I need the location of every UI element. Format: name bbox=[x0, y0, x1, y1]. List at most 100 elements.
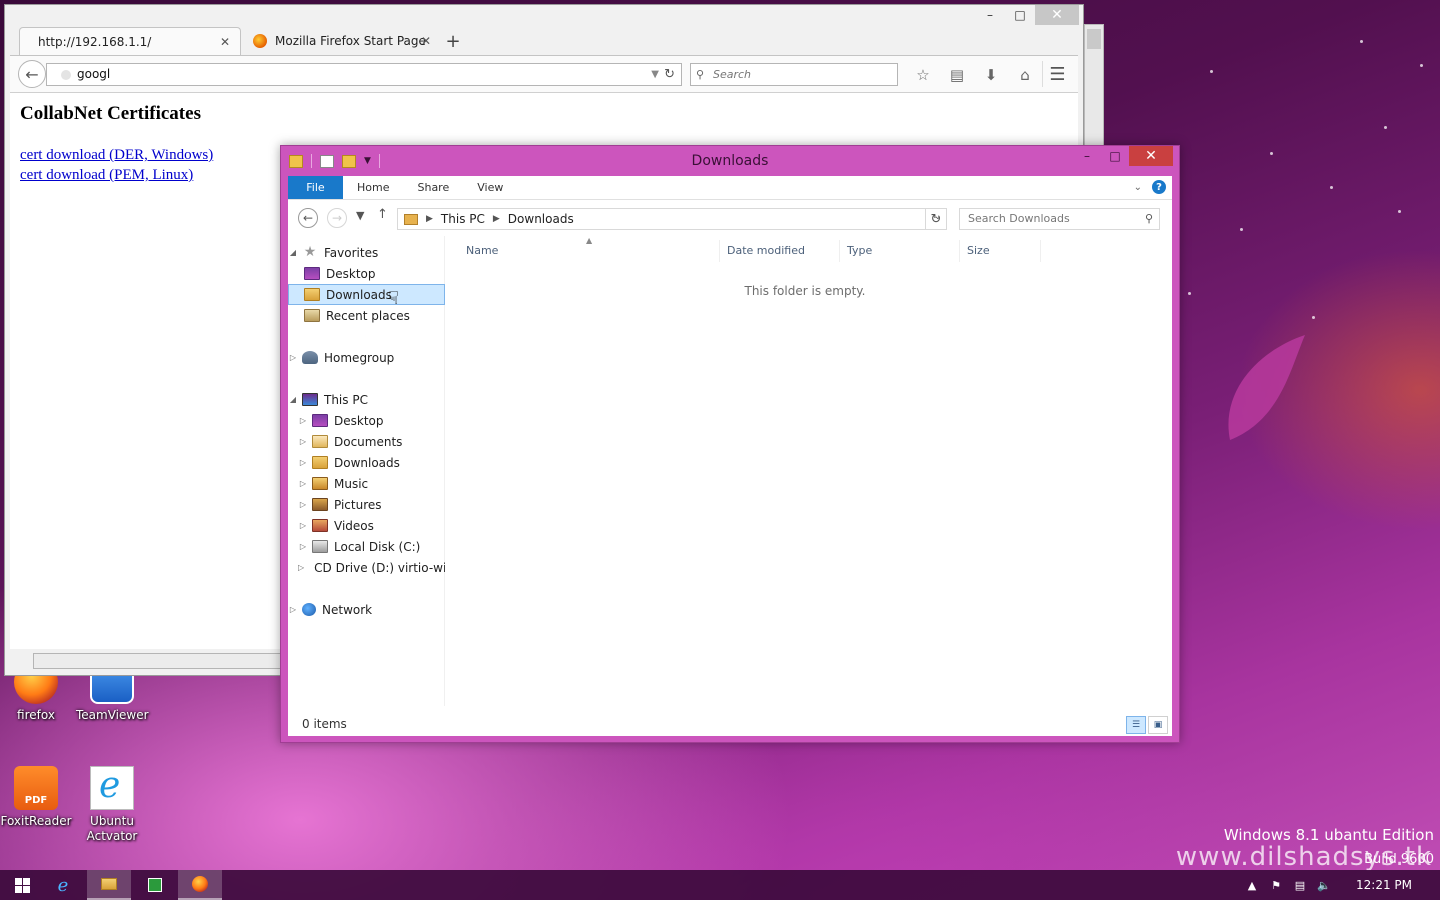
collapse-arrow-icon[interactable]: ◢ bbox=[288, 395, 298, 404]
page-title: CollabNet Certificates bbox=[20, 103, 201, 124]
nav-favorites[interactable]: ◢ ★ Favorites bbox=[288, 242, 445, 263]
back-button[interactable]: ← bbox=[18, 60, 46, 88]
expand-arrow-icon[interactable]: ▷ bbox=[298, 458, 308, 467]
tab-firefox-start[interactable]: Mozilla Firefox Start Page ✕ bbox=[241, 27, 441, 55]
back-button[interactable]: ← bbox=[298, 208, 318, 228]
desktop-icon-ubuntu-actvator[interactable]: Ubuntu Actvator bbox=[76, 765, 148, 844]
navigation-pane: ◢ ★ Favorites Desktop Downloads Recent p… bbox=[288, 236, 445, 706]
nav-fav-desktop[interactable]: Desktop bbox=[288, 263, 445, 284]
expand-arrow-icon[interactable]: ▷ bbox=[298, 563, 304, 572]
collapse-arrow-icon[interactable]: ◢ bbox=[288, 248, 298, 257]
show-hidden-icons-icon[interactable]: ▲ bbox=[1240, 879, 1264, 892]
expand-arrow-icon[interactable]: ▷ bbox=[288, 605, 298, 614]
recent-locations-dropdown-icon[interactable]: ▼ bbox=[356, 209, 364, 222]
search-icon: ⚲ bbox=[696, 68, 705, 81]
desktop-icon-label: firefox bbox=[17, 708, 55, 722]
network-icon bbox=[302, 603, 316, 616]
nav-label: Recent places bbox=[326, 308, 410, 323]
expand-arrow-icon[interactable]: ▷ bbox=[298, 542, 308, 551]
home-icon[interactable]: ⌂ bbox=[1008, 63, 1042, 86]
taskbar-store-icon[interactable] bbox=[133, 870, 177, 900]
tab-file[interactable]: File bbox=[288, 176, 343, 199]
bookmarks-menu-icon[interactable]: ▤ bbox=[940, 63, 974, 86]
nav-pc-downloads[interactable]: ▷ Downloads bbox=[288, 452, 445, 473]
tab-router[interactable]: http://192.168.1.1/ ✕ bbox=[19, 27, 241, 55]
network-status-icon[interactable]: ▤ bbox=[1288, 879, 1312, 892]
nav-pc-cd-drive[interactable]: ▷ CD Drive (D:) virtio-win bbox=[288, 557, 445, 578]
minimize-button[interactable]: – bbox=[975, 5, 1005, 25]
maximize-button[interactable]: □ bbox=[1005, 5, 1035, 25]
nav-label: Desktop bbox=[334, 413, 384, 428]
action-center-flag-icon[interactable]: ⚑ bbox=[1264, 879, 1288, 892]
details-view-icon[interactable]: ☰ bbox=[1126, 716, 1146, 734]
expand-arrow-icon[interactable]: ▷ bbox=[298, 521, 308, 530]
expand-arrow-icon[interactable]: ▷ bbox=[298, 416, 308, 425]
navigation-toolbar: ← googl ▼ ↻ ⚲ Search ☆ ▤ ⬇ ⌂ ☰ bbox=[10, 55, 1078, 93]
url-history-dropdown-icon[interactable]: ▼ bbox=[651, 64, 659, 85]
wallpaper-leaf bbox=[1228, 335, 1305, 440]
der-cert-link[interactable]: cert download (DER, Windows) bbox=[20, 147, 213, 164]
expand-arrow-icon[interactable]: ▷ bbox=[298, 500, 308, 509]
chevron-right-icon[interactable]: ▶ bbox=[426, 214, 433, 224]
homegroup-icon bbox=[302, 351, 318, 364]
expand-arrow-icon[interactable]: ▷ bbox=[298, 437, 308, 446]
expand-arrow-icon[interactable]: ▷ bbox=[288, 353, 298, 362]
nav-pc-pictures[interactable]: ▷ Pictures bbox=[288, 494, 445, 515]
explorer-body: File Home Share View ⌄ ? ← → ▼ ↑ ▶ This … bbox=[288, 176, 1172, 736]
nav-label: This PC bbox=[324, 392, 368, 407]
large-icons-view-icon[interactable]: ▣ bbox=[1148, 716, 1168, 734]
url-input[interactable]: googl bbox=[77, 67, 110, 81]
horizontal-scrollbar[interactable] bbox=[33, 653, 293, 669]
close-button[interactable]: ✕ bbox=[1035, 5, 1079, 25]
downloads-icon[interactable]: ⬇ bbox=[974, 63, 1008, 86]
url-bar[interactable]: googl ▼ ↻ bbox=[46, 63, 682, 86]
nav-fav-downloads[interactable]: Downloads bbox=[288, 284, 445, 305]
taskbar-ie-icon[interactable]: e bbox=[41, 870, 85, 900]
nav-fav-recent-places[interactable]: Recent places bbox=[288, 305, 445, 326]
nav-pc-music[interactable]: ▷ Music bbox=[288, 473, 445, 494]
tab-label: Mozilla Firefox Start Page bbox=[275, 34, 426, 48]
up-button[interactable]: ↑ bbox=[377, 207, 388, 222]
expand-arrow-icon[interactable]: ▷ bbox=[298, 479, 308, 488]
site-identity-icon[interactable] bbox=[61, 70, 71, 80]
pem-cert-link[interactable]: cert download (PEM, Linux) bbox=[20, 167, 193, 184]
new-tab-button[interactable]: + bbox=[441, 27, 465, 55]
taskbar-firefox-icon[interactable] bbox=[178, 870, 222, 900]
nav-network[interactable]: ▷ Network bbox=[288, 599, 445, 620]
close-button[interactable]: ✕ bbox=[1129, 146, 1173, 166]
nav-pc-documents[interactable]: ▷ Documents bbox=[288, 431, 445, 452]
reload-icon[interactable]: ↻ bbox=[664, 64, 675, 85]
nav-pc-local-disk[interactable]: ▷ Local Disk (C:) bbox=[288, 536, 445, 557]
file-explorer-window: ▼ Downloads – □ ✕ File Home Share View ⌄… bbox=[280, 145, 1180, 743]
start-button[interactable] bbox=[0, 870, 44, 900]
hard-disk-icon bbox=[312, 540, 328, 553]
empty-folder-text: This folder is empty. bbox=[744, 284, 866, 298]
nav-homegroup[interactable]: ▷ Homegroup bbox=[288, 347, 445, 368]
tab-close-icon[interactable]: ✕ bbox=[421, 34, 431, 48]
nav-label: Desktop bbox=[326, 266, 376, 281]
file-list[interactable]: This folder is empty. bbox=[446, 176, 1172, 736]
nav-label: Local Disk (C:) bbox=[334, 539, 421, 554]
nav-this-pc[interactable]: ◢ This PC bbox=[288, 389, 445, 410]
minimize-button[interactable]: – bbox=[1073, 146, 1101, 166]
maximize-button[interactable]: □ bbox=[1101, 146, 1129, 166]
downloads-folder-icon bbox=[312, 456, 328, 469]
tab-home[interactable]: Home bbox=[343, 176, 403, 199]
hamburger-menu-icon[interactable]: ☰ bbox=[1042, 61, 1072, 87]
desktop-icon-foxitreader[interactable]: PDF FoxitReader bbox=[0, 766, 72, 829]
empty-folder-message: This folder is empty. bbox=[446, 284, 1172, 298]
clock[interactable]: 12:21 PM bbox=[1356, 878, 1412, 892]
taskbar-file-explorer-icon[interactable] bbox=[87, 870, 131, 900]
nav-pc-videos[interactable]: ▷ Videos bbox=[288, 515, 445, 536]
window-controls: – □ ✕ bbox=[975, 5, 1079, 25]
search-bar[interactable]: ⚲ Search bbox=[690, 63, 898, 86]
bookmark-star-icon[interactable]: ☆ bbox=[906, 63, 940, 86]
build-label: Build 9600 bbox=[1364, 852, 1434, 867]
pictures-folder-icon bbox=[312, 498, 328, 511]
title-bar[interactable]: ▼ Downloads – □ ✕ bbox=[281, 146, 1179, 176]
computer-icon bbox=[302, 393, 318, 406]
forward-button[interactable]: → bbox=[327, 208, 347, 228]
tab-close-icon[interactable]: ✕ bbox=[220, 35, 230, 49]
volume-muted-icon[interactable]: 🔈 bbox=[1312, 879, 1336, 892]
nav-pc-desktop[interactable]: ▷ Desktop bbox=[288, 410, 445, 431]
